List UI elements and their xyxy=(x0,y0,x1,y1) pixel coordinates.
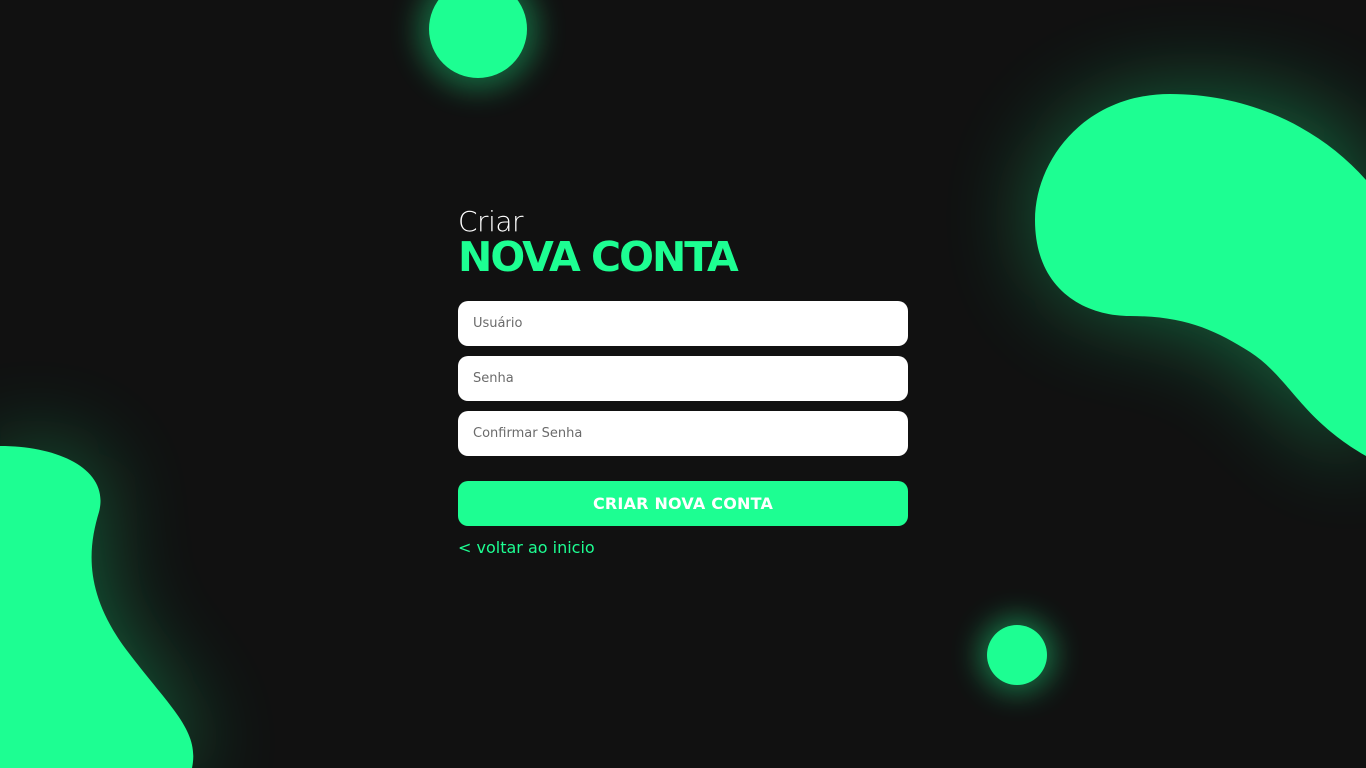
confirm-password-input[interactable] xyxy=(458,411,908,456)
username-input[interactable] xyxy=(458,301,908,346)
right-blob xyxy=(1035,94,1366,456)
page-title: NOVA CONTA xyxy=(458,233,739,281)
left-blob xyxy=(0,446,194,768)
create-account-button[interactable]: CRIAR NOVA CONTA xyxy=(458,481,908,526)
signup-form: Criar NOVA CONTA CRIAR NOVA CONTA < volt… xyxy=(458,200,908,557)
bottom-circle xyxy=(987,625,1047,685)
back-to-home-link[interactable]: < voltar ao inicio xyxy=(458,538,595,557)
page-background: Criar NOVA CONTA CRIAR NOVA CONTA < volt… xyxy=(0,0,1366,768)
password-input[interactable] xyxy=(458,356,908,401)
